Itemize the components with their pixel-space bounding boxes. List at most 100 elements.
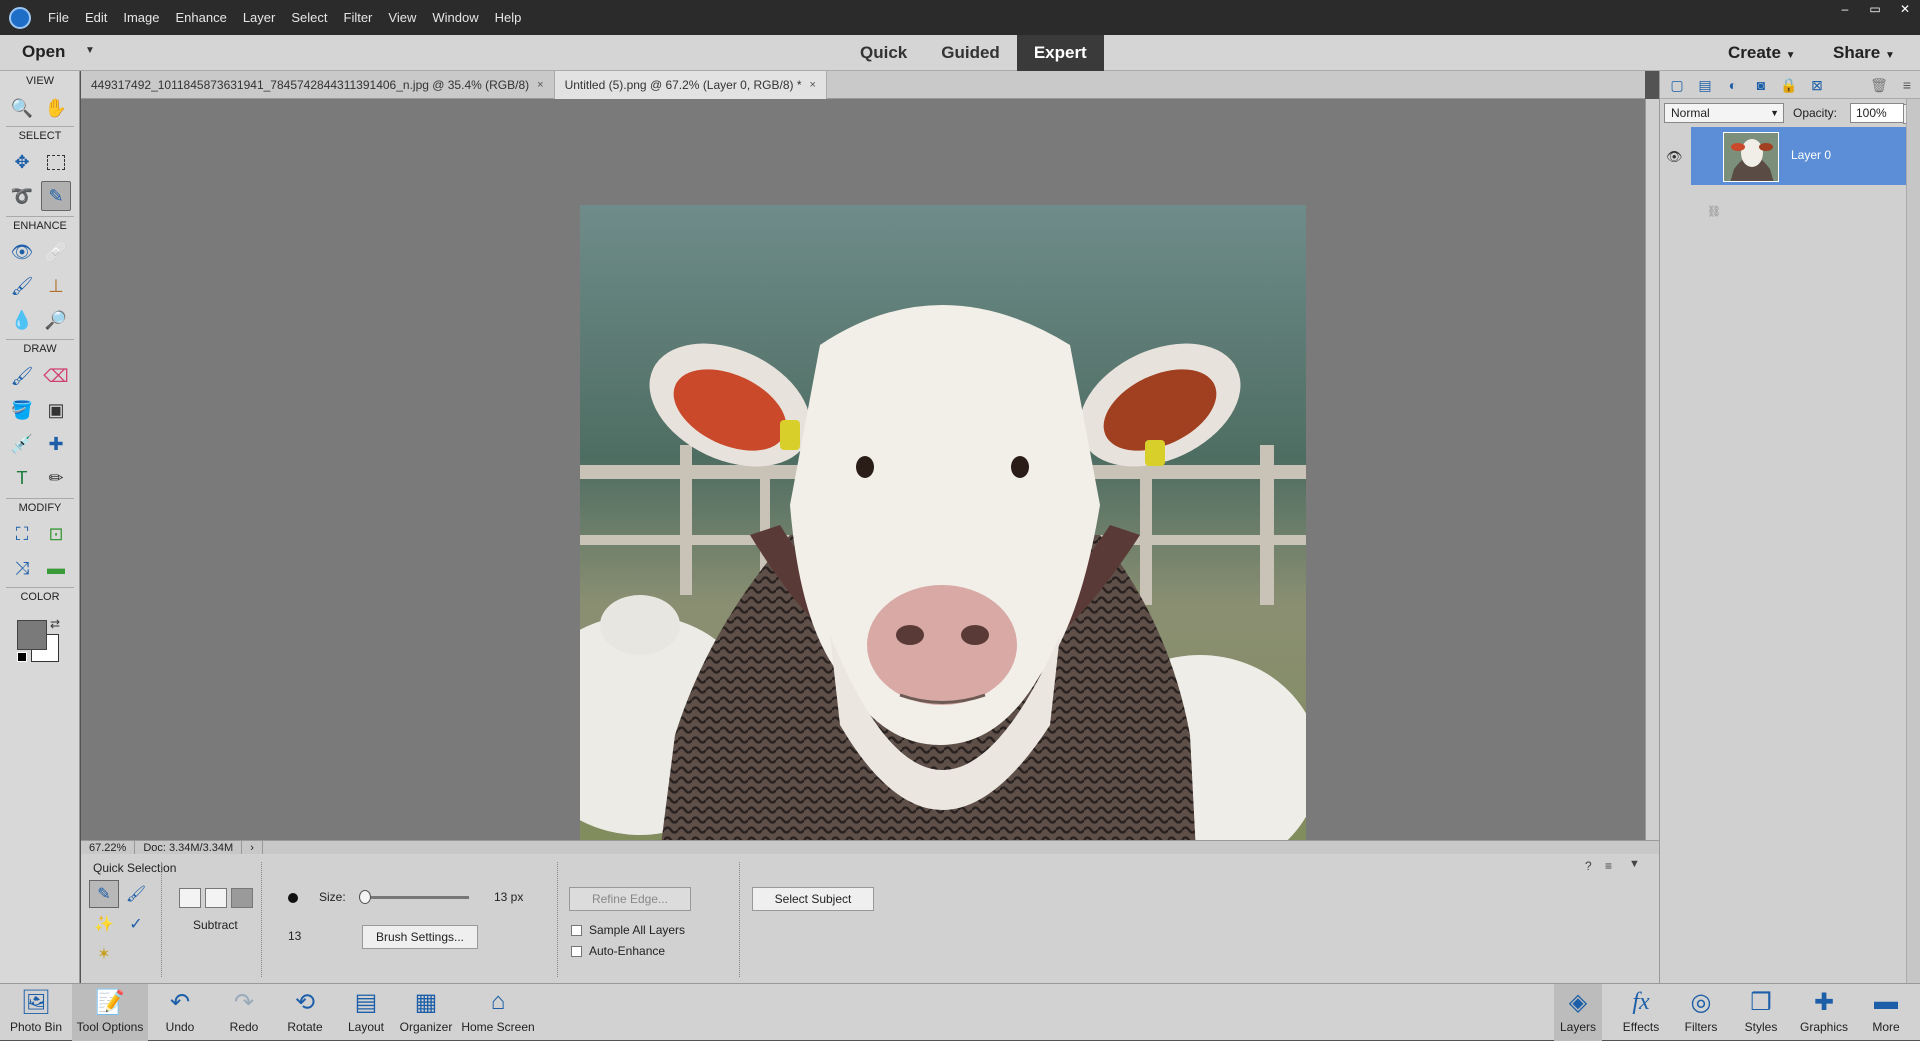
crop-tool-icon[interactable]: ⛶: [7, 519, 37, 549]
create-button[interactable]: Create ▼: [1728, 43, 1796, 63]
lock-transparent-icon[interactable]: ⊠: [1806, 75, 1828, 95]
organizer-button[interactable]: ▦ Organizer: [398, 984, 454, 1041]
chevron-right-icon[interactable]: ›: [242, 841, 263, 854]
visibility-eye-icon[interactable]: 👁: [1666, 149, 1683, 165]
lock-all-icon[interactable]: 🔒: [1778, 75, 1800, 95]
zoom-tool-icon[interactable]: 🔍: [7, 93, 37, 123]
blur-tool-icon[interactable]: 💧: [7, 305, 37, 335]
menu-enhance[interactable]: Enhance: [168, 0, 235, 35]
red-eye-tool-icon[interactable]: 👁: [7, 237, 37, 267]
auto-selection-icon[interactable]: ✶: [89, 940, 119, 968]
opacity-field[interactable]: 100%▼: [1850, 103, 1916, 124]
photo-bin-button[interactable]: 🖼 Photo Bin: [4, 984, 68, 1041]
brush-tool-icon[interactable]: 🖌: [7, 361, 37, 391]
menu-layer[interactable]: Layer: [235, 0, 284, 35]
magic-wand-icon[interactable]: ✨: [89, 910, 119, 938]
menu-image[interactable]: Image: [115, 0, 167, 35]
blend-mode-select[interactable]: Normal ▼: [1664, 103, 1784, 123]
layer-mask-icon[interactable]: ◙: [1750, 75, 1772, 95]
menu-edit[interactable]: Edit: [77, 0, 115, 35]
gradient-tool-icon[interactable]: ▣: [41, 395, 71, 425]
new-selection-mode-icon[interactable]: [179, 888, 201, 908]
close-icon[interactable]: ×: [810, 71, 816, 99]
refine-edge-button[interactable]: Refine Edge...: [569, 887, 691, 911]
close-window-button[interactable]: ✕: [1890, 0, 1920, 18]
custom-shape-tool-icon[interactable]: ✚: [41, 429, 71, 459]
canvas-vertical-scrollbar[interactable]: [1645, 99, 1659, 840]
mode-quick[interactable]: Quick: [843, 35, 924, 71]
trash-icon[interactable]: 🗑: [1868, 75, 1890, 95]
filters-button[interactable]: ◎ Filters: [1677, 984, 1725, 1041]
swap-colors-icon[interactable]: ⇄: [50, 617, 60, 631]
doc-tab-png[interactable]: Untitled (5).png @ 67.2% (Layer 0, RGB/8…: [554, 71, 827, 99]
effects-button[interactable]: fx Effects: [1617, 984, 1665, 1041]
adjustment-layer-icon[interactable]: ◐: [1722, 75, 1744, 95]
mode-guided[interactable]: Guided: [924, 35, 1017, 71]
sponge-tool-icon[interactable]: 🔎: [41, 305, 71, 335]
quick-selection-variant-icon[interactable]: ✎: [89, 880, 119, 908]
menu-view[interactable]: View: [380, 0, 424, 35]
home-screen-button[interactable]: ⌂ Home Screen: [458, 984, 538, 1041]
refine-selection-brush-icon[interactable]: ✓: [121, 910, 151, 938]
graphics-button[interactable]: ✚ Graphics: [1796, 984, 1852, 1041]
hand-tool-icon[interactable]: ✋: [41, 93, 71, 123]
layer-name[interactable]: Layer 0: [1791, 148, 1831, 162]
close-icon[interactable]: ×: [537, 71, 543, 99]
move-tool-icon[interactable]: ✥: [7, 147, 37, 177]
doc-tab-jpg[interactable]: 449317492_1011845873631941_7845742844311…: [81, 71, 555, 99]
content-aware-move-tool-icon[interactable]: ⤨: [7, 553, 37, 583]
styles-button[interactable]: ❒ Styles: [1739, 984, 1783, 1041]
restore-button[interactable]: ▭: [1860, 0, 1890, 18]
menu-help[interactable]: Help: [487, 0, 530, 35]
panel-menu-icon[interactable]: ≡: [1605, 859, 1612, 873]
minimize-button[interactable]: –: [1830, 0, 1860, 18]
layers-panel-scrollbar[interactable]: [1906, 99, 1920, 983]
help-icon[interactable]: ?: [1585, 859, 1592, 873]
default-colors-icon[interactable]: [17, 652, 27, 662]
smart-brush-tool-icon[interactable]: 🖌: [7, 271, 37, 301]
share-button[interactable]: Share ▼: [1833, 43, 1895, 63]
foreground-color-swatch[interactable]: [17, 620, 47, 650]
redo-button[interactable]: ↷ Redo: [222, 984, 266, 1041]
panel-menu-icon[interactable]: ≡: [1896, 75, 1918, 95]
spot-healing-tool-icon[interactable]: 🩹: [41, 237, 71, 267]
size-slider-handle[interactable]: [359, 890, 372, 904]
more-button[interactable]: ▬ More: [1864, 984, 1908, 1041]
eyedropper-tool-icon[interactable]: 💉: [7, 429, 37, 459]
auto-enhance-checkbox[interactable]: [571, 946, 582, 957]
recompose-tool-icon[interactable]: ⊡: [41, 519, 71, 549]
marquee-tool-icon[interactable]: [41, 147, 71, 177]
rotate-button[interactable]: ⟲ Rotate: [280, 984, 330, 1041]
new-layer-icon[interactable]: ▢: [1666, 75, 1688, 95]
tool-options-button[interactable]: 📝 Tool Options: [72, 984, 148, 1041]
open-button[interactable]: Open: [22, 42, 65, 62]
chevron-down-icon[interactable]: ▼: [1629, 858, 1640, 870]
add-selection-mode-icon[interactable]: [205, 888, 227, 908]
type-tool-icon[interactable]: T: [7, 463, 37, 493]
undo-button[interactable]: ↶ Undo: [158, 984, 202, 1041]
subtract-selection-mode-icon[interactable]: [231, 888, 253, 908]
open-dropdown-icon[interactable]: ▼: [85, 45, 95, 56]
layout-button[interactable]: ▤ Layout: [344, 984, 388, 1041]
size-slider-track[interactable]: [359, 896, 469, 899]
quick-selection-tool-icon[interactable]: ✎: [41, 181, 71, 211]
document-image[interactable]: [580, 205, 1306, 931]
straighten-tool-icon[interactable]: ▬: [41, 553, 71, 583]
lasso-tool-icon[interactable]: ➰: [7, 181, 37, 211]
menu-file[interactable]: File: [40, 0, 77, 35]
eraser-tool-icon[interactable]: ⌫: [41, 361, 71, 391]
paint-bucket-tool-icon[interactable]: 🪣: [7, 395, 37, 425]
menu-select[interactable]: Select: [283, 0, 335, 35]
link-icon[interactable]: ⛓: [1707, 205, 1721, 218]
clone-stamp-tool-icon[interactable]: ⊥: [41, 271, 71, 301]
brush-settings-button[interactable]: Brush Settings...: [362, 925, 478, 949]
pencil-tool-icon[interactable]: ✏: [41, 463, 71, 493]
canvas-area[interactable]: [81, 99, 1645, 931]
layers-button[interactable]: ◈ Layers: [1554, 984, 1602, 1041]
zoom-level[interactable]: 67.22%: [81, 841, 136, 854]
select-subject-button[interactable]: Select Subject: [752, 887, 874, 911]
selection-brush-icon[interactable]: 🖌: [121, 880, 151, 908]
layer-row[interactable]: ⛓ Layer 0: [1691, 127, 1911, 218]
sample-all-layers-checkbox[interactable]: [571, 925, 582, 936]
menu-window[interactable]: Window: [424, 0, 486, 35]
